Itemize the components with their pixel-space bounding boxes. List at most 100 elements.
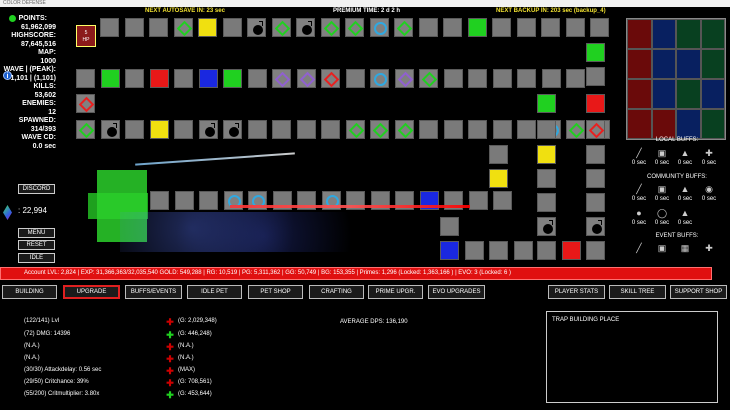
minus-icon[interactable]: ✚: [166, 318, 174, 327]
event-buff-timer[interactable]: ▣: [651, 243, 673, 255]
path-tile[interactable]: [566, 69, 585, 88]
event-buff-sword[interactable]: ╱: [628, 243, 650, 255]
path-tile[interactable]: [465, 241, 484, 260]
path-tile[interactable]: [418, 18, 438, 37]
path-tile[interactable]: [493, 191, 512, 210]
community-buff-4[interactable]: ◉ 0 sec: [698, 184, 720, 202]
path-tile[interactable]: [537, 145, 556, 164]
path-tile[interactable]: [537, 120, 556, 139]
path-tile[interactable]: [468, 120, 487, 139]
minus-icon[interactable]: ✚: [166, 379, 174, 388]
community-buff-6[interactable]: ◯ 0 sec: [651, 208, 673, 226]
path-tile[interactable]: [321, 69, 340, 88]
path-tile[interactable]: [125, 69, 144, 88]
path-tile[interactable]: [517, 69, 536, 88]
local-buff-4[interactable]: ✚ 0 sec: [698, 148, 720, 166]
path-tile[interactable]: [586, 217, 605, 236]
path-tile[interactable]: [443, 120, 463, 139]
path-tile[interactable]: [296, 120, 316, 139]
path-tile[interactable]: [586, 120, 605, 139]
path-tile[interactable]: [124, 18, 144, 37]
path-tile[interactable]: [537, 217, 556, 236]
path-tile[interactable]: [247, 69, 267, 88]
path-tile[interactable]: [537, 241, 556, 260]
path-tile[interactable]: [489, 145, 508, 164]
path-tile[interactable]: [76, 120, 95, 139]
path-tile[interactable]: [223, 120, 242, 139]
tab-support-shop[interactable]: SUPPORT SHOP: [670, 285, 727, 299]
path-tile[interactable]: [514, 241, 533, 260]
path-tile[interactable]: [198, 18, 217, 37]
discord-button[interactable]: DISCORD: [18, 184, 55, 194]
community-buff-2[interactable]: ▣ 0 sec: [651, 184, 673, 202]
path-tile[interactable]: [198, 120, 218, 139]
path-tile[interactable]: [149, 18, 168, 37]
path-tile[interactable]: [394, 18, 413, 37]
path-tile[interactable]: [150, 191, 169, 210]
path-tile[interactable]: [345, 18, 364, 37]
path-tile[interactable]: [76, 69, 95, 88]
tab-idle-pet[interactable]: IDLE PET: [187, 285, 242, 299]
path-tile[interactable]: [586, 94, 605, 113]
minus-icon[interactable]: ✚: [166, 355, 174, 364]
tab-prime-upgrades[interactable]: PRIME UPGR.: [368, 285, 423, 299]
minimap[interactable]: [626, 18, 726, 140]
path-tile[interactable]: [562, 241, 581, 260]
path-tile[interactable]: [198, 69, 218, 88]
path-tile[interactable]: [537, 193, 556, 212]
tab-pet-shop[interactable]: PET SHOP: [248, 285, 303, 299]
path-tile[interactable]: [586, 43, 605, 62]
path-tile[interactable]: [517, 120, 536, 139]
game-board[interactable]: NEXT AUTOSAVE IN: 23 sec PREMIUM TIME: 2…: [0, 7, 730, 267]
menu-button[interactable]: MENU: [18, 228, 55, 238]
path-tile[interactable]: [174, 191, 194, 210]
path-tile[interactable]: [296, 18, 315, 37]
path-tile[interactable]: [149, 69, 169, 88]
plus-icon[interactable]: ✚: [166, 391, 174, 400]
plus-icon[interactable]: ✚: [166, 331, 174, 340]
tab-crafting[interactable]: CRAFTING: [309, 285, 364, 299]
path-tile[interactable]: [586, 241, 605, 260]
path-tile[interactable]: [174, 69, 193, 88]
path-tile[interactable]: [566, 120, 585, 139]
path-tile[interactable]: [468, 69, 487, 88]
tab-evo-upgrades[interactable]: EVO UPGRADES: [428, 285, 485, 299]
path-tile[interactable]: [345, 120, 365, 139]
path-tile[interactable]: [440, 241, 459, 260]
path-tile[interactable]: [271, 18, 291, 37]
path-tile[interactable]: [565, 18, 585, 37]
path-tile[interactable]: [370, 69, 389, 88]
path-tile[interactable]: [296, 69, 316, 88]
path-tile[interactable]: [369, 18, 389, 37]
path-tile[interactable]: [537, 169, 556, 188]
path-tile[interactable]: [468, 191, 488, 210]
path-tile[interactable]: [586, 169, 605, 188]
path-tile[interactable]: [586, 145, 605, 164]
path-tile[interactable]: [100, 18, 119, 37]
idle-button[interactable]: IDLE: [18, 253, 55, 263]
path-tile[interactable]: [586, 193, 605, 212]
path-tile[interactable]: [370, 120, 389, 139]
tab-upgrade[interactable]: UPGRADE: [63, 285, 120, 299]
path-tile[interactable]: [222, 18, 242, 37]
reset-button[interactable]: RESET: [18, 240, 55, 250]
path-tile[interactable]: [272, 120, 291, 139]
local-buff-1[interactable]: ╱ 0 sec: [628, 148, 650, 166]
local-buff-2[interactable]: ▣ 0 sec: [651, 148, 673, 166]
path-tile[interactable]: [590, 18, 609, 37]
path-tile[interactable]: [586, 67, 605, 86]
path-tile[interactable]: [516, 18, 536, 37]
path-tile[interactable]: [537, 94, 556, 113]
tab-buffs-events[interactable]: BUFFS/EVENTS: [125, 285, 182, 299]
path-tile[interactable]: [320, 18, 340, 37]
path-tile[interactable]: [467, 18, 487, 37]
path-tile[interactable]: [321, 120, 340, 139]
tab-player-stats[interactable]: PLAYER STATS: [548, 285, 605, 299]
community-buff-1[interactable]: ╱ 0 sec: [628, 184, 650, 202]
path-tile[interactable]: [419, 120, 438, 139]
path-tile[interactable]: [247, 120, 267, 139]
path-tile[interactable]: [489, 169, 508, 188]
path-tile[interactable]: [492, 18, 511, 37]
path-tile[interactable]: [492, 69, 512, 88]
path-tile[interactable]: [125, 120, 144, 139]
